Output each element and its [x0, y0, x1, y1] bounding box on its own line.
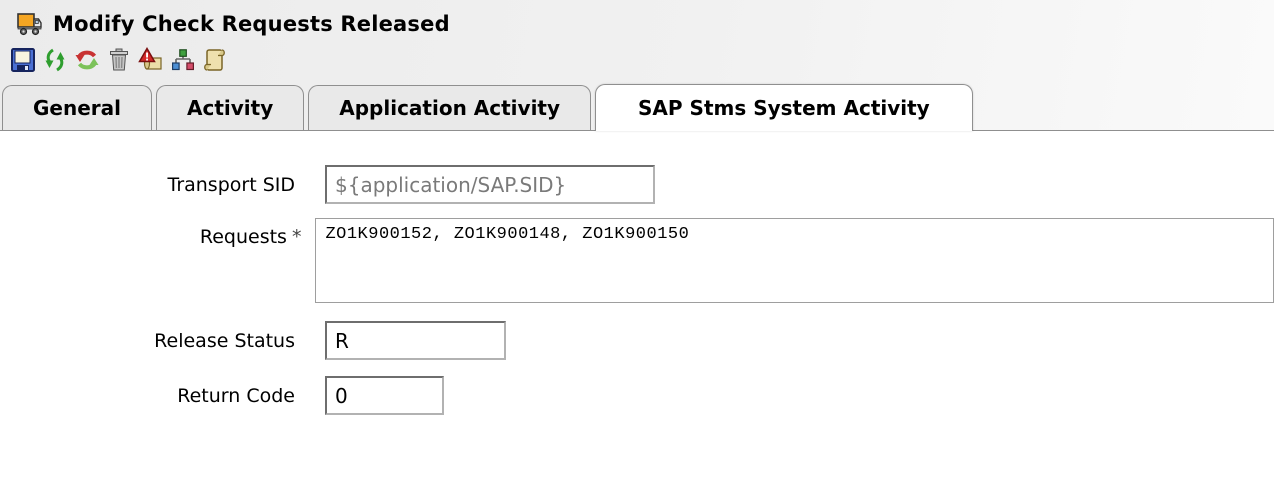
refresh-circle-icon — [75, 50, 98, 70]
required-marker: * — [291, 226, 302, 248]
script-button[interactable] — [201, 47, 228, 74]
hierarchy-button[interactable] — [169, 47, 196, 74]
tab-general[interactable]: General — [2, 85, 152, 130]
alert-scroll-icon — [137, 47, 162, 70]
form-row-return-code: Return Code — [0, 376, 1274, 415]
form-row-requests: Requests * ZO1K900152, ZO1K900148, ZO1K90… — [0, 218, 1274, 303]
refresh-button[interactable] — [73, 47, 100, 74]
alert-log-button[interactable] — [137, 47, 164, 74]
return-code-input[interactable] — [325, 376, 444, 415]
return-code-label: Return Code — [177, 384, 295, 407]
form-row-release-status: Release Status — [0, 321, 1274, 360]
sync-button[interactable] — [41, 47, 68, 74]
save-button[interactable] — [9, 47, 36, 74]
header: Modify Check Requests Released General A… — [0, 0, 1274, 131]
title-bar: Modify Check Requests Released — [0, 0, 1274, 38]
tab-strip: General Activity Application Activity SA… — [0, 84, 1274, 131]
sync-arrows-icon — [45, 48, 64, 72]
script-scroll-icon — [203, 49, 225, 71]
release-status-label: Release Status — [154, 329, 295, 352]
transport-sid-label: Transport SID — [167, 173, 296, 196]
requests-label: Requests * — [0, 218, 315, 248]
transport-sid-input[interactable] — [325, 165, 655, 204]
release-status-input[interactable] — [325, 321, 506, 360]
hierarchy-icon — [171, 49, 194, 71]
form-row-transport-sid: Transport SID — [0, 165, 1274, 204]
trash-icon — [109, 48, 128, 71]
tab-activity[interactable]: Activity — [156, 85, 305, 130]
requests-textarea[interactable]: ZO1K900152, ZO1K900148, ZO1K900150 — [315, 218, 1274, 303]
toolbar — [0, 38, 1274, 74]
app-window: Modify Check Requests Released General A… — [0, 0, 1274, 486]
transport-truck-icon — [17, 13, 42, 36]
save-icon — [10, 48, 35, 72]
tab-panel-sap-stms-system-activity: Transport SID Requests* ZO1K900152, ZO1K… — [0, 131, 1274, 415]
tab-sap-stms-system-activity[interactable]: SAP Stms System Activity — [595, 84, 973, 131]
delete-button[interactable] — [105, 47, 132, 74]
tab-application-activity[interactable]: Application Activity — [308, 85, 592, 130]
requests-label-text: Requests — [199, 226, 287, 248]
page-title: Modify Check Requests Released — [53, 12, 450, 36]
